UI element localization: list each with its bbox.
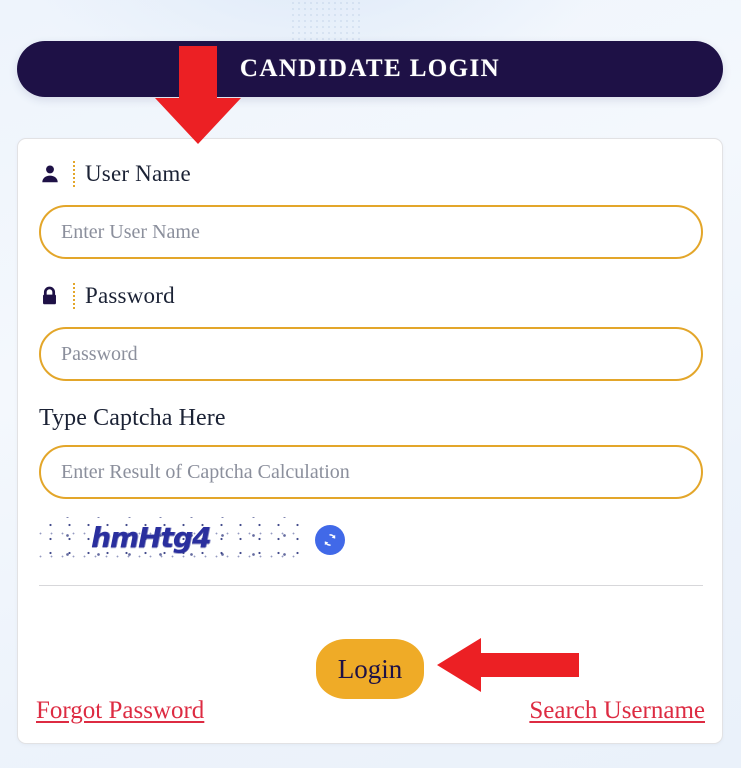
username-label-row: User Name [39, 157, 701, 191]
username-input-wrapper [39, 205, 703, 259]
password-input[interactable] [39, 327, 703, 381]
card-divider [39, 585, 703, 586]
password-input-wrapper [39, 327, 703, 381]
captcha-text: hmHtg4 [91, 521, 211, 554]
username-label: User Name [85, 161, 191, 186]
username-input[interactable] [39, 205, 703, 259]
search-username-link[interactable]: Search Username [529, 697, 705, 725]
password-label-row: Password [39, 279, 701, 313]
forgot-password-link[interactable]: Forgot Password [36, 697, 204, 725]
captcha-input-wrapper [39, 445, 703, 499]
lock-icon [39, 285, 67, 307]
label-divider [73, 283, 75, 309]
captcha-row: hmHtg4 [39, 517, 701, 563]
login-form: User Name Password Type Captcha Here [18, 157, 722, 586]
refresh-captcha-button[interactable] [315, 525, 345, 555]
refresh-icon [324, 534, 336, 546]
login-button[interactable]: Login [316, 639, 424, 699]
user-icon [39, 163, 67, 185]
password-label: Password [85, 283, 175, 308]
captcha-label-row: Type Captcha Here [39, 405, 701, 432]
page-title: CANDIDATE LOGIN [239, 55, 501, 82]
captcha-image: hmHtg4 [39, 517, 301, 563]
captcha-input[interactable] [39, 445, 703, 499]
page-header-banner: CANDIDATE LOGIN [17, 41, 723, 97]
captcha-label: Type Captcha Here [39, 405, 226, 431]
label-divider [73, 161, 75, 187]
